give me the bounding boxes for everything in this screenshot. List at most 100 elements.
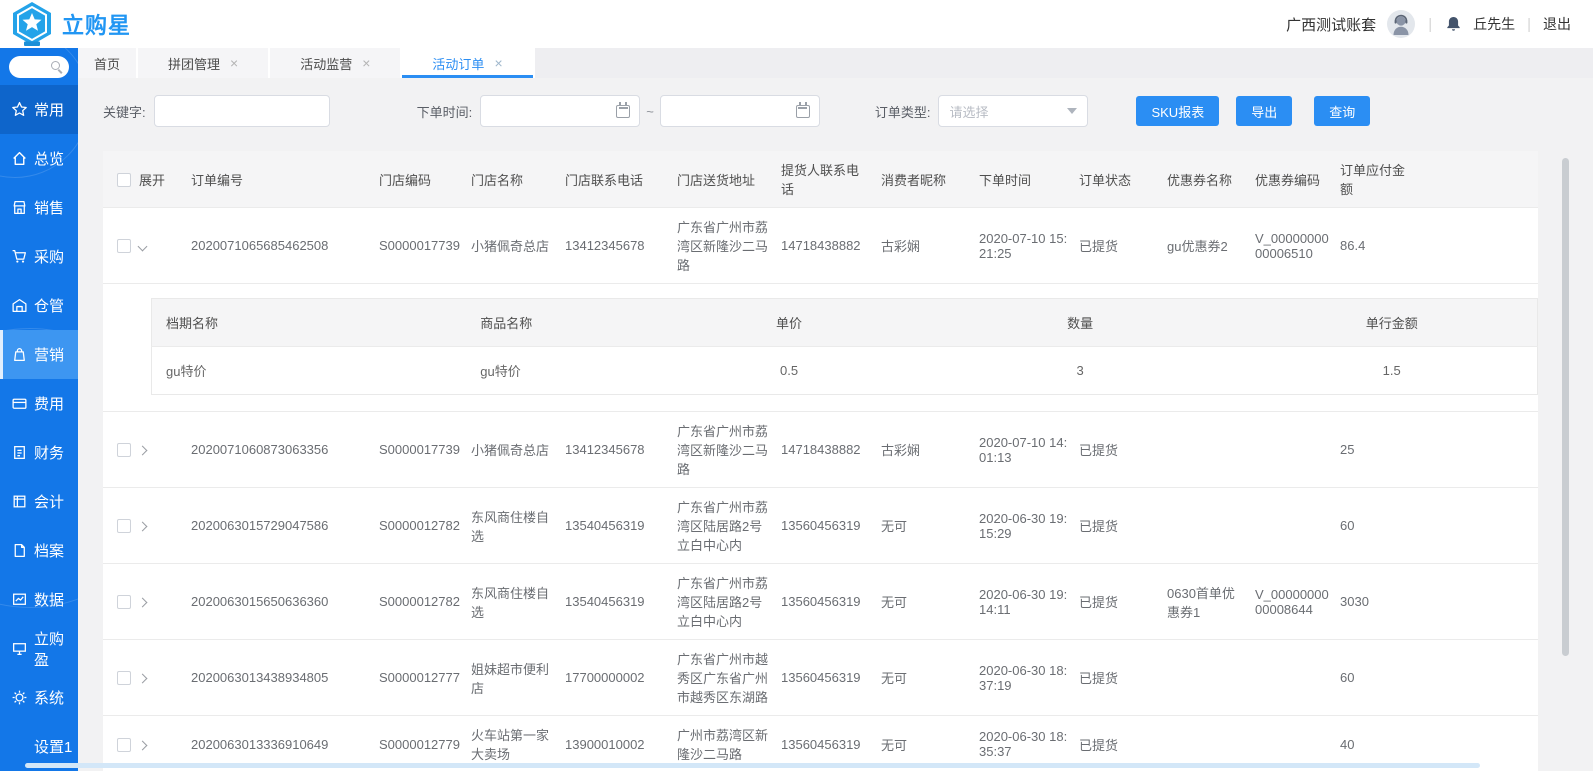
table-row[interactable]: 2020063015650636360 S0000012782 东风商住楼自选 … bbox=[103, 564, 1538, 640]
cell-order-time: 2020-07-10 15:21:25 bbox=[979, 208, 1079, 284]
expand-chevron-icon[interactable] bbox=[138, 242, 148, 252]
gear-icon bbox=[11, 689, 28, 706]
end-date-input[interactable] bbox=[660, 95, 820, 127]
order-type-select[interactable]: 请选择 bbox=[938, 95, 1088, 127]
sidebar-item-10[interactable]: 档案 bbox=[0, 526, 78, 575]
search-input[interactable] bbox=[9, 56, 69, 78]
row-checkbox[interactable] bbox=[117, 738, 131, 752]
tab-label: 拼团管理 bbox=[168, 54, 220, 73]
expand-chevron-icon[interactable] bbox=[138, 740, 148, 750]
cell-status: 已提货 bbox=[1079, 564, 1167, 640]
sidebar-item-6[interactable]: 营销 bbox=[0, 330, 78, 379]
col-order-no: 订单编号 bbox=[191, 151, 379, 208]
tab-home[interactable]: 首页 bbox=[78, 48, 138, 78]
row-checkbox[interactable] bbox=[117, 239, 131, 253]
cell-picker-phone: 14718438882 bbox=[781, 412, 881, 488]
select-all-checkbox[interactable] bbox=[117, 173, 131, 187]
sidebar-item-label: 财务 bbox=[34, 442, 64, 463]
close-icon[interactable]: × bbox=[362, 56, 370, 70]
divider: | bbox=[1426, 16, 1434, 33]
cell-line-amount: 1.5 bbox=[1246, 347, 1537, 395]
sidebar-item-label: 系统 bbox=[34, 687, 64, 708]
table-row[interactable]: 2020071065685462508 S0000017739 小猪佩奇总店 1… bbox=[103, 208, 1538, 284]
col-unit-price: 单价 bbox=[664, 299, 913, 347]
col-expand: 展开 bbox=[139, 151, 191, 208]
col-coupon-name: 优惠券名称 bbox=[1167, 151, 1255, 208]
sidebar-item-8[interactable]: 财务 bbox=[0, 428, 78, 477]
cell-order-time: 2020-06-30 19:14:11 bbox=[979, 564, 1079, 640]
cell-order-no: 2020071065685462508 bbox=[191, 208, 379, 284]
bell-icon[interactable] bbox=[1444, 15, 1463, 34]
keyword-label: 关键字: bbox=[103, 102, 146, 121]
calendar-icon bbox=[616, 105, 630, 118]
row-checkbox[interactable] bbox=[117, 519, 131, 533]
sidebar-item-label: 会计 bbox=[34, 491, 64, 512]
order-items-table: 档期名称 商品名称 单价 数量 单行金额 gu特价 gu特价 0.5 3 1.5 bbox=[151, 298, 1538, 395]
expand-chevron-icon[interactable] bbox=[138, 446, 148, 456]
table-row[interactable]: 2020063013438934805 S0000012777 姐妹超市便利店 … bbox=[103, 640, 1538, 716]
row-checkbox[interactable] bbox=[117, 671, 131, 685]
cell-consumer: 无可 bbox=[881, 564, 979, 640]
vertical-scrollbar[interactable] bbox=[1562, 158, 1569, 656]
tab-activity-monitor[interactable]: 活动监营 × bbox=[270, 48, 402, 78]
avatar[interactable] bbox=[1386, 9, 1416, 39]
sidebar-item-5[interactable]: 仓管 bbox=[0, 281, 78, 330]
expand-chevron-icon[interactable] bbox=[138, 522, 148, 532]
col-schedule-name: 档期名称 bbox=[152, 299, 471, 347]
cell-store-phone: 13412345678 bbox=[565, 208, 677, 284]
cell-store-phone: 17700000002 bbox=[565, 640, 677, 716]
cell-schedule-name: gu特价 bbox=[152, 347, 471, 395]
query-button[interactable]: 查询 bbox=[1314, 96, 1370, 126]
row-checkbox[interactable] bbox=[117, 595, 131, 609]
filter-bar: 关键字: 下单时间: ~ 订单类型: 请选择 SKU报表 bbox=[103, 95, 1538, 127]
sidebar-item-11[interactable]: 数据 bbox=[0, 575, 78, 624]
sidebar-item-label: 销售 bbox=[34, 197, 64, 218]
col-consumer: 消费者昵称 bbox=[881, 151, 979, 208]
cell-coupon-code bbox=[1255, 640, 1340, 716]
tab-group-buy[interactable]: 拼团管理 × bbox=[138, 48, 270, 78]
sidebar-item-13[interactable]: 系统 bbox=[0, 673, 78, 722]
app-window: 立购星 广西测试账套 | 丘先生 | 退出 bbox=[0, 0, 1593, 771]
col-quantity: 数量 bbox=[914, 299, 1247, 347]
row-checkbox[interactable] bbox=[117, 443, 131, 457]
horizontal-scrollbar[interactable] bbox=[25, 763, 1480, 768]
cell-store-name: 东风商住楼自选 bbox=[471, 564, 565, 640]
sidebar-item-4[interactable]: 采购 bbox=[0, 232, 78, 281]
close-icon[interactable]: × bbox=[230, 56, 238, 70]
sidebar-item-label: 费用 bbox=[34, 393, 64, 414]
cell-status: 已提货 bbox=[1079, 488, 1167, 564]
chevron-down-icon bbox=[1067, 108, 1077, 114]
item-row: gu特价 gu特价 0.5 3 1.5 bbox=[152, 347, 1538, 395]
logout-button[interactable]: 退出 bbox=[1543, 14, 1571, 34]
sidebar-item-label: 数据 bbox=[34, 589, 64, 610]
cell-address: 广东省广州市荔湾区新隆沙二马路 bbox=[677, 412, 781, 488]
cell-store-phone: 13412345678 bbox=[565, 412, 677, 488]
sidebar-item-14[interactable]: 设置1 bbox=[0, 722, 78, 771]
expand-chevron-icon[interactable] bbox=[138, 674, 148, 684]
order-time-label: 下单时间: bbox=[417, 102, 473, 121]
logo-hexagon-star-icon bbox=[10, 1, 54, 47]
col-store-name: 门店名称 bbox=[471, 151, 565, 208]
card-icon bbox=[11, 395, 28, 412]
sidebar-item-label: 总览 bbox=[34, 148, 64, 169]
start-date-input[interactable] bbox=[480, 95, 640, 127]
tab-activity-orders[interactable]: 活动订单 × bbox=[402, 48, 534, 78]
sidebar-item-1[interactable]: 常用 bbox=[0, 85, 78, 134]
close-icon[interactable]: × bbox=[494, 56, 502, 70]
export-button[interactable]: 导出 bbox=[1236, 96, 1292, 126]
keyword-input[interactable] bbox=[154, 95, 330, 127]
header-user-area: 广西测试账套 | 丘先生 | 退出 bbox=[1286, 9, 1593, 39]
sidebar-item-7[interactable]: 费用 bbox=[0, 379, 78, 428]
sidebar-item-12[interactable]: 立购盈 bbox=[0, 624, 78, 673]
sidebar: 常用总览销售采购仓管营销费用财务会计档案数据立购盈系统设置1 bbox=[0, 48, 78, 771]
account-name: 广西测试账套 bbox=[1286, 14, 1376, 35]
order-type-label: 订单类型: bbox=[875, 102, 931, 121]
sku-report-button[interactable]: SKU报表 bbox=[1136, 96, 1219, 126]
sidebar-item-9[interactable]: 会计 bbox=[0, 477, 78, 526]
table-row[interactable]: 2020071060873063356 S0000017739 小猪佩奇总店 1… bbox=[103, 412, 1538, 488]
sidebar-item-3[interactable]: 销售 bbox=[0, 183, 78, 232]
expand-chevron-icon[interactable] bbox=[138, 598, 148, 608]
table-row[interactable]: 2020063015729047586 S0000012782 东风商住楼自选 … bbox=[103, 488, 1538, 564]
cell-status: 已提货 bbox=[1079, 640, 1167, 716]
sidebar-item-2[interactable]: 总览 bbox=[0, 134, 78, 183]
